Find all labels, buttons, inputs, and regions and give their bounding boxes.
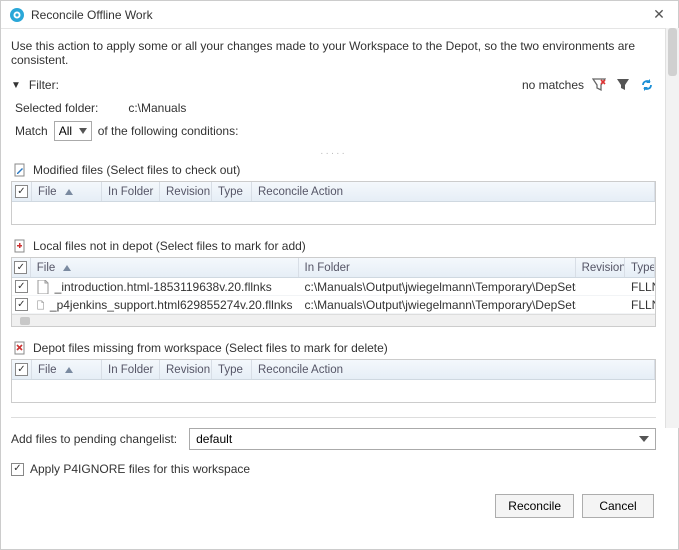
- changelist-label: Add files to pending changelist:: [11, 432, 177, 446]
- reconcile-button[interactable]: Reconcile: [495, 494, 574, 518]
- table-row[interactable]: _introduction.html-1853119638v.20.fllnks…: [12, 278, 655, 296]
- close-button[interactable]: ✕: [648, 6, 670, 23]
- section-modified-files: Modified files (Select files to check ou…: [11, 163, 656, 225]
- app-icon: [9, 7, 25, 23]
- col-file[interactable]: File: [32, 360, 102, 379]
- clear-filter-icon[interactable]: [590, 77, 608, 93]
- refresh-icon[interactable]: [638, 77, 656, 93]
- divider: [11, 417, 656, 418]
- cell-revision: [576, 286, 625, 288]
- cell-type: FLLN: [625, 297, 655, 313]
- col-reconcile-action[interactable]: Reconcile Action: [252, 182, 655, 201]
- cell-file: _introduction.html-1853119638v.20.fllnks: [31, 279, 299, 295]
- selected-folder-label: Selected folder:: [15, 101, 125, 115]
- depot-missing-body: [12, 380, 655, 402]
- row-checkbox[interactable]: [12, 298, 31, 311]
- col-in-folder[interactable]: In Folder: [102, 360, 160, 379]
- modified-files-icon: [13, 163, 27, 177]
- depot-missing-title: Depot files missing from workspace (Sele…: [33, 341, 388, 355]
- col-file[interactable]: File: [32, 182, 102, 201]
- modified-files-table: File In Folder Revision Type Reconcile A…: [11, 181, 656, 225]
- add-file-icon: [13, 239, 27, 253]
- apply-p4ignore-label: Apply P4IGNORE files for this workspace: [30, 462, 250, 476]
- col-reconcile-action[interactable]: Reconcile Action: [252, 360, 655, 379]
- col-type[interactable]: Type: [212, 360, 252, 379]
- horizontal-scrollbar[interactable]: [12, 314, 655, 326]
- col-revision[interactable]: Revision: [160, 360, 212, 379]
- cell-in-folder: c:\Manuals\Output\jwiegelmann\Temporary\…: [299, 279, 576, 295]
- dialog-description: Use this action to apply some or all you…: [11, 39, 656, 67]
- filter-label: Filter:: [29, 78, 59, 92]
- title-bar: Reconcile Offline Work ✕: [1, 1, 678, 29]
- col-file[interactable]: File: [31, 258, 299, 277]
- modified-files-title: Modified files (Select files to check ou…: [33, 163, 240, 177]
- col-revision[interactable]: Revision: [576, 258, 625, 277]
- filter-expander-icon[interactable]: ▼: [11, 80, 23, 91]
- filter-icon[interactable]: [614, 77, 632, 93]
- cell-type: FLLN: [625, 279, 655, 295]
- modified-files-body: [12, 202, 655, 224]
- selected-folder-value: c:\Manuals: [128, 101, 186, 115]
- match-suffix: of the following conditions:: [98, 124, 239, 138]
- local-not-in-depot-body: _introduction.html-1853119638v.20.fllnks…: [12, 278, 655, 314]
- delete-file-icon: [13, 341, 27, 355]
- col-in-folder[interactable]: In Folder: [299, 258, 576, 277]
- local-not-in-depot-title: Local files not in depot (Select files t…: [33, 239, 306, 253]
- depot-missing-table: File In Folder Revision Type Reconcile A…: [11, 359, 656, 403]
- cell-revision: [576, 304, 625, 306]
- col-checkbox[interactable]: [12, 360, 32, 379]
- local-not-in-depot-table: File In Folder Revision Type _introducti…: [11, 257, 656, 327]
- section-local-not-in-depot: Local files not in depot (Select files t…: [11, 239, 656, 327]
- cell-file: _p4jenkins_support.html629855274v.20.fll…: [31, 297, 299, 313]
- col-checkbox[interactable]: [12, 258, 31, 277]
- row-checkbox[interactable]: [12, 280, 31, 293]
- match-dropdown[interactable]: All: [54, 121, 92, 141]
- apply-p4ignore-checkbox[interactable]: [11, 463, 24, 476]
- splitter-handle[interactable]: ·····: [11, 151, 656, 159]
- window-title: Reconcile Offline Work: [31, 8, 648, 22]
- cancel-button[interactable]: Cancel: [582, 494, 654, 518]
- col-checkbox[interactable]: [12, 182, 32, 201]
- cell-in-folder: c:\Manuals\Output\jwiegelmann\Temporary\…: [299, 297, 576, 313]
- table-row[interactable]: _p4jenkins_support.html629855274v.20.fll…: [12, 296, 655, 314]
- col-in-folder[interactable]: In Folder: [102, 182, 160, 201]
- col-type[interactable]: Type: [625, 258, 655, 277]
- changelist-dropdown[interactable]: default: [189, 428, 656, 450]
- section-depot-missing: Depot files missing from workspace (Sele…: [11, 341, 656, 403]
- filter-no-matches-text: no matches: [522, 78, 584, 92]
- match-prefix: Match: [15, 124, 48, 138]
- col-revision[interactable]: Revision: [160, 182, 212, 201]
- col-type[interactable]: Type: [212, 182, 252, 201]
